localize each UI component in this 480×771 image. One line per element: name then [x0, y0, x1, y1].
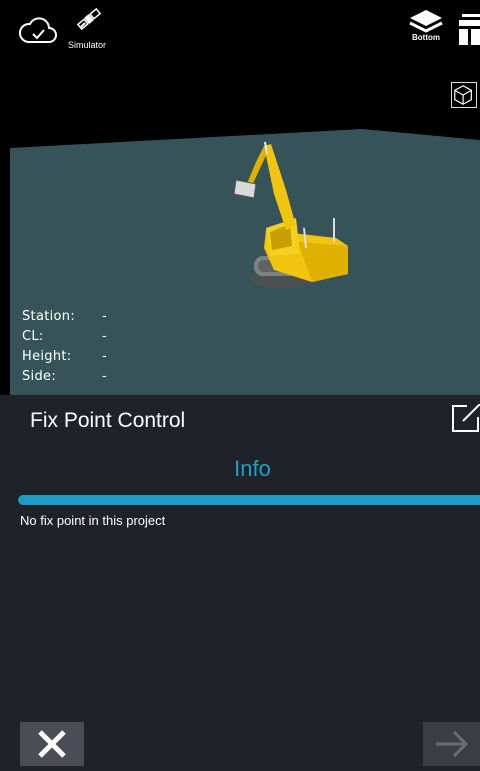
cube-view-button[interactable] [451, 82, 477, 108]
panel-title: Fix Point Control [30, 409, 186, 432]
next-button[interactable] [423, 722, 480, 766]
readout-cl: CL: - [22, 329, 107, 344]
empty-message: No fix point in this project [20, 513, 166, 528]
position-readouts: Station: - CL: - Height: - Side: - [22, 307, 107, 387]
layer-label: Bottom [412, 33, 440, 42]
cube-view-icon [454, 85, 472, 105]
readout-height: Height: - [22, 349, 107, 364]
close-icon [38, 730, 66, 758]
readout-station: Station: - [22, 309, 107, 324]
3d-viewport[interactable]: Simulator Bottom Station: - CL: - Height… [0, 0, 480, 395]
close-button[interactable] [20, 722, 84, 766]
satellite-icon [76, 7, 102, 31]
fix-point-panel: Fix Point Control Info No fix point in t… [0, 395, 480, 771]
readout-side: Side: - [22, 369, 107, 384]
cloud-check-icon[interactable] [18, 14, 58, 46]
excavator-model [233, 141, 348, 288]
tab-indicator [18, 495, 480, 505]
simulator-label: Simulator [68, 40, 107, 50]
tiles-icon[interactable] [459, 12, 480, 48]
tab-info[interactable]: Info [0, 456, 480, 482]
arrow-right-icon [435, 730, 468, 758]
expand-icon[interactable] [451, 404, 480, 433]
